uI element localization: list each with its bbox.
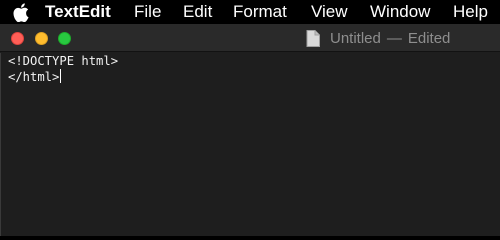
text-editor[interactable]: <!DOCTYPE html> </html> xyxy=(0,53,500,236)
zoom-button[interactable] xyxy=(58,32,71,45)
menu-bar: TextEdit File Edit Format View Window He… xyxy=(0,0,500,24)
menu-app-name[interactable]: TextEdit xyxy=(45,0,111,24)
menu-edit[interactable]: Edit xyxy=(183,0,212,24)
close-button[interactable] xyxy=(11,32,24,45)
editor-line-2-text: </html> xyxy=(8,70,60,84)
editor-line-1-text: <!DOCTYPE html> xyxy=(8,54,119,68)
document-name: Untitled xyxy=(330,29,381,47)
title-separator: — xyxy=(386,29,402,47)
edited-status: Edited xyxy=(407,29,451,47)
title-bar[interactable]: Untitled — Edited xyxy=(0,24,500,52)
menu-format[interactable]: Format xyxy=(233,0,287,24)
menu-window[interactable]: Window xyxy=(370,0,430,24)
text-cursor xyxy=(60,69,62,83)
window-title: Untitled — Edited xyxy=(306,24,450,52)
menu-view[interactable]: View xyxy=(311,0,348,24)
apple-logo-icon[interactable] xyxy=(0,0,42,24)
document-icon[interactable] xyxy=(306,29,320,47)
editor-line-1: <!DOCTYPE html> xyxy=(8,53,500,69)
editor-line-2: </html> xyxy=(8,69,500,85)
minimize-button[interactable] xyxy=(35,32,48,45)
menu-file[interactable]: File xyxy=(134,0,161,24)
menu-help[interactable]: Help xyxy=(453,0,488,24)
textedit-window: Untitled — Edited <!DOCTYPE html> </html… xyxy=(0,24,500,236)
